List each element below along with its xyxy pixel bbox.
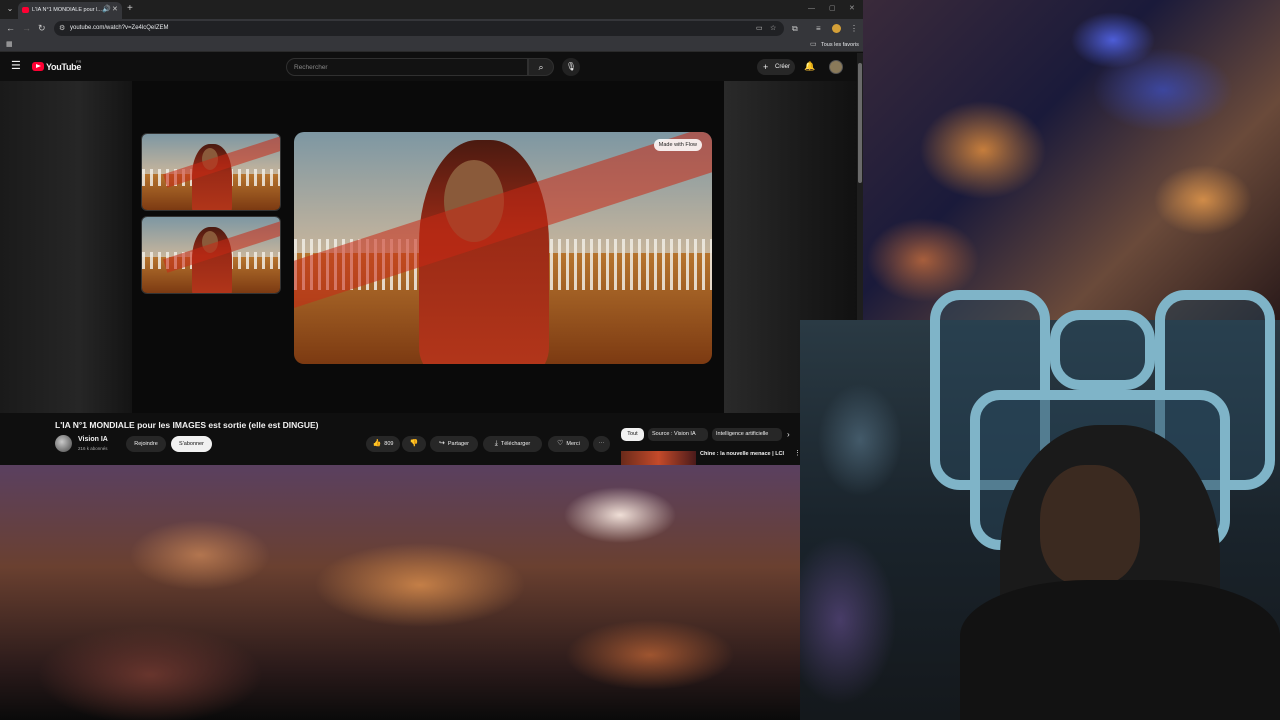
webcam-person-body — [960, 580, 1280, 720]
join-button[interactable]: Rejoindre — [126, 436, 166, 452]
subscribe-button[interactable]: S'abonner — [171, 436, 212, 452]
share-label: Partager — [447, 441, 469, 447]
like-button[interactable]: 👍 809 — [366, 436, 400, 452]
profile-avatar[interactable] — [832, 24, 841, 33]
search-input[interactable]: Rechercher — [286, 58, 528, 76]
artwork-bottom-left — [0, 465, 800, 720]
voice-search-button[interactable]: 🎙 — [562, 58, 580, 76]
cast-icon[interactable]: ▭ — [756, 22, 763, 35]
channel-name[interactable]: Vision IA — [78, 435, 108, 445]
site-info-icon[interactable]: ⚙ — [59, 22, 65, 35]
download-label: Télécharger — [500, 441, 531, 447]
bookmarks-bar: ▦ ▭ Tous les favoris — [0, 38, 863, 52]
more-actions-button[interactable]: ⋯ — [593, 436, 610, 452]
microphone-icon: 🎙 — [565, 62, 577, 71]
notifications-bell-icon[interactable]: 🔔 — [804, 59, 815, 74]
account-avatar[interactable] — [829, 60, 843, 74]
video-player[interactable]: Made with Flow — [0, 81, 857, 413]
youtube-header: ☰ YouTube FR Rechercher ⌕ 🎙 + Créer 🔔 — [0, 53, 857, 81]
youtube-logo-icon[interactable] — [32, 62, 44, 71]
youtube-favicon-icon — [22, 7, 29, 13]
search-icon: ⌕ — [538, 62, 544, 72]
video-frame: Made with Flow — [294, 132, 712, 364]
share-icon: ↪ — [439, 440, 445, 447]
thumbs-up-icon: 👍 — [372, 440, 382, 447]
video-thumbnail-1 — [141, 133, 281, 211]
forward-icon[interactable]: → — [22, 22, 31, 35]
recommended-title[interactable]: Chine : la nouvelle menace | LCI — [700, 450, 792, 458]
player-side-left — [0, 81, 132, 413]
video-title: L'IA N°1 MONDIALE pour les IMAGES est so… — [55, 420, 319, 430]
browser-window: ⌄ L'IA N°1 MONDIALE pour l... 🔊 ✕ + — ▢ … — [0, 0, 863, 465]
country-code: FR — [76, 59, 82, 64]
url-text[interactable]: youtube.com/watch?v=Ze4lcQeIZEM — [70, 23, 169, 34]
chip-all[interactable]: Tout — [621, 428, 644, 441]
download-icon: ⤓ — [494, 440, 498, 447]
chevron-right-icon[interactable]: › — [787, 428, 790, 441]
dislike-button[interactable]: 👎 — [402, 436, 426, 452]
address-bar[interactable]: ⚙ youtube.com/watch?v=Ze4lcQeIZEM ▭ ☆ — [54, 21, 784, 36]
all-favorites-link[interactable]: Tous les favoris — [821, 40, 859, 50]
webcam-person-face — [1040, 465, 1140, 585]
thumbs-down-icon: 👎 — [409, 440, 419, 447]
folder-icon: ▭ — [810, 41, 817, 48]
media-control-icon[interactable]: ≡ — [816, 22, 821, 35]
thanks-label: Merci — [566, 441, 580, 447]
chip-source[interactable]: Source : Vision IA — [648, 428, 708, 441]
artwork-top-right — [863, 0, 1280, 320]
browser-toolbar: ← → ↻ ⚙ youtube.com/watch?v=Ze4lcQeIZEM … — [0, 19, 863, 38]
apps-grid-icon[interactable]: ▦ — [6, 40, 13, 50]
like-count: 809 — [384, 441, 394, 447]
thanks-icon: ♡ — [557, 440, 564, 447]
recommended-thumbnail[interactable] — [621, 451, 696, 465]
subscriber-count: 216 k abonnés — [78, 446, 108, 451]
scrollbar-thumb[interactable] — [858, 63, 862, 183]
audio-playing-icon[interactable]: 🔊 — [102, 5, 111, 15]
chip-topic[interactable]: Intelligence artificielle — [712, 428, 782, 441]
tab-strip: ⌄ L'IA N°1 MONDIALE pour l... 🔊 ✕ + — ▢ … — [0, 0, 863, 19]
share-button[interactable]: ↪ Partager — [430, 436, 478, 452]
close-tab-icon[interactable]: ✕ — [112, 5, 118, 15]
browser-menu-icon[interactable]: ⋮ — [850, 22, 858, 35]
active-tab[interactable]: L'IA N°1 MONDIALE pour l... 🔊 ✕ — [18, 2, 122, 19]
back-icon[interactable]: ← — [6, 22, 15, 35]
create-button[interactable]: + Créer — [757, 59, 795, 75]
new-tab-icon[interactable]: + — [127, 2, 133, 16]
tab-title: L'IA N°1 MONDIALE pour l... — [32, 7, 102, 13]
search-button[interactable]: ⌕ — [528, 58, 554, 76]
create-label: Créer — [775, 64, 791, 70]
search-placeholder: Rechercher — [294, 64, 328, 71]
video-thumbnail-2 — [141, 216, 281, 294]
hamburger-menu-icon[interactable]: ☰ — [11, 59, 21, 73]
plus-icon: + — [763, 62, 769, 72]
extensions-icon[interactable]: ⧉ — [792, 22, 798, 35]
close-window-icon[interactable]: ✕ — [849, 2, 855, 16]
download-button[interactable]: ⤓ Télécharger — [483, 436, 542, 452]
maximize-icon[interactable]: ▢ — [829, 2, 836, 16]
more-horizontal-icon: ⋯ — [598, 441, 605, 447]
tab-search-icon[interactable]: ⌄ — [4, 3, 16, 15]
minimize-icon[interactable]: — — [808, 2, 815, 16]
channel-avatar[interactable] — [55, 435, 72, 452]
video-info: L'IA N°1 MONDIALE pour les IMAGES est so… — [0, 413, 857, 465]
reload-icon[interactable]: ↻ — [38, 22, 46, 35]
bookmark-star-icon[interactable]: ☆ — [770, 22, 776, 35]
made-with-flow-badge: Made with Flow — [653, 139, 702, 151]
thanks-button[interactable]: ♡ Merci — [548, 436, 589, 452]
